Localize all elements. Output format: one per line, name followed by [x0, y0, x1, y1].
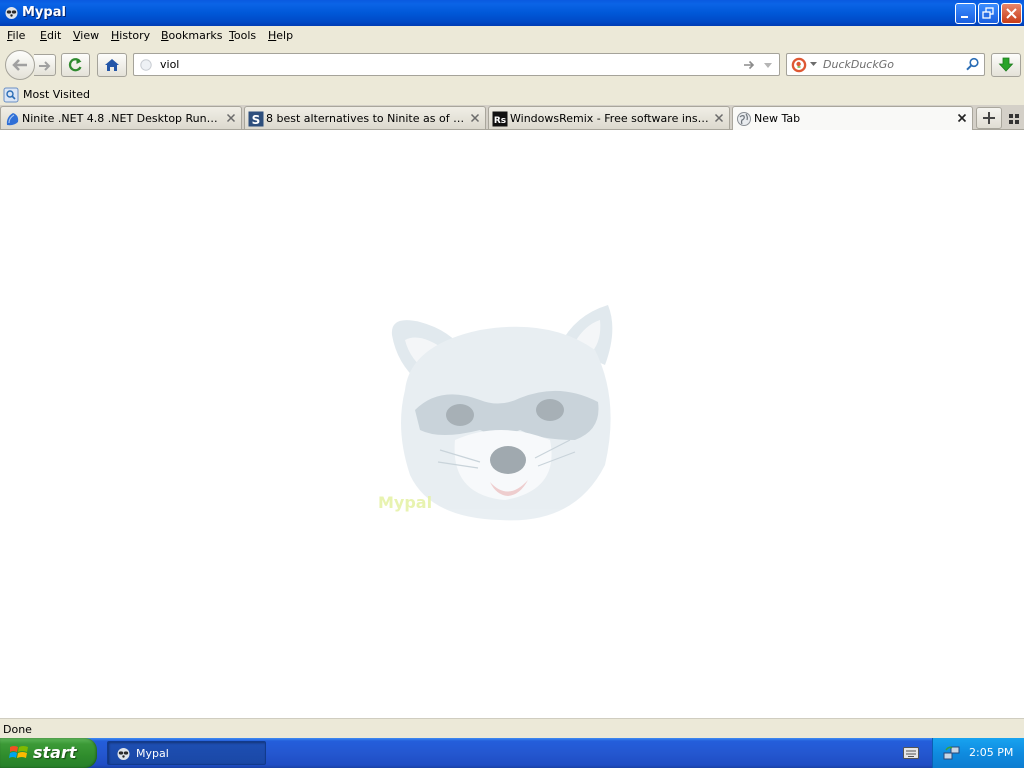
url-bar[interactable] — [133, 53, 780, 76]
new-tab-button[interactable] — [976, 107, 1002, 129]
duckduckgo-icon[interactable] — [791, 57, 807, 73]
minimize-icon — [961, 16, 968, 18]
tab-title: 8 best alternatives to Ninite as of 2022… — [266, 112, 465, 125]
status-bar: Done — [0, 718, 1024, 738]
back-button[interactable] — [5, 50, 35, 80]
taskbar: start Mypal 2:05 PM — [0, 738, 1024, 768]
menu-bookmarks[interactable]: Bookmarks — [161, 29, 222, 42]
window-title: Mypal — [22, 5, 66, 20]
search-bar[interactable] — [786, 53, 985, 76]
back-arrow-icon — [12, 59, 27, 71]
menu-file[interactable]: File — [7, 29, 25, 42]
bookmarks-toolbar: Most Visited — [0, 84, 1024, 105]
download-arrow-icon — [998, 57, 1014, 72]
title-bar[interactable]: Mypal — [0, 0, 1024, 26]
restore-icon — [982, 7, 994, 19]
globe-icon — [737, 112, 751, 126]
taskbar-item-mypal[interactable]: Mypal — [107, 741, 266, 765]
system-tray: 2:05 PM — [932, 738, 1024, 768]
tab-windowsremix[interactable]: Rs WindowsRemix - Free software installe… — [488, 106, 730, 129]
menu-help[interactable]: Help — [268, 29, 293, 42]
mypal-raccoon-logo-icon: Mypal — [378, 305, 613, 521]
keyboard-icon[interactable] — [903, 747, 919, 759]
page-identity-icon — [140, 59, 152, 71]
close-icon — [1006, 8, 1017, 19]
url-dropdown-icon[interactable] — [762, 58, 774, 72]
tab-title: Ninite .NET 4.8 .NET Desktop Runtime ... — [22, 112, 221, 125]
menu-view[interactable]: View — [73, 29, 99, 42]
forward-arrow-icon — [39, 61, 51, 71]
close-tab-icon[interactable] — [714, 113, 724, 123]
tab-title: WindowsRemix - Free software installe... — [510, 112, 709, 125]
network-icon[interactable] — [943, 744, 961, 762]
list-all-tabs-icon[interactable] — [1008, 113, 1020, 125]
reload-button[interactable] — [61, 53, 90, 77]
windows-logo-icon — [9, 746, 28, 758]
navigation-toolbar — [0, 46, 1024, 84]
smart-bookmark-folder-icon — [3, 87, 19, 103]
home-button[interactable] — [97, 53, 127, 77]
home-icon — [105, 59, 119, 71]
mypal-app-icon — [5, 7, 18, 19]
menu-tools[interactable]: Tools — [229, 29, 256, 42]
url-input[interactable] — [160, 57, 730, 72]
windowsremix-icon: Rs — [492, 111, 508, 127]
search-input[interactable] — [823, 57, 963, 72]
taskbar-item-label: Mypal — [136, 747, 169, 760]
tab-alternatives[interactable]: S 8 best alternatives to Ninite as of 20… — [244, 106, 486, 129]
clock: 2:05 PM — [969, 746, 1014, 759]
downloads-button[interactable] — [991, 53, 1021, 77]
menu-bar: File Edit View History Bookmarks Tools H… — [0, 26, 1024, 46]
close-window-button[interactable] — [1001, 3, 1022, 24]
minimize-button[interactable] — [955, 3, 976, 24]
ninite-icon — [6, 113, 19, 126]
forward-button[interactable] — [34, 54, 56, 76]
reload-icon — [68, 58, 82, 72]
svg-text:S: S — [252, 113, 261, 127]
browser-window: Mypal File Edit View History Bookmarks T… — [0, 0, 1024, 738]
tab-strip: Ninite .NET 4.8 .NET Desktop Runtime ...… — [0, 105, 1024, 130]
slant-icon: S — [248, 111, 264, 127]
bookmark-label: Most Visited — [23, 88, 90, 101]
menu-edit[interactable]: Edit — [40, 29, 61, 42]
go-arrow-icon[interactable] — [742, 58, 756, 72]
tab-title: New Tab — [754, 112, 801, 125]
search-engine-dropdown-icon[interactable] — [810, 62, 817, 67]
plus-icon — [983, 112, 995, 124]
close-tab-icon[interactable] — [957, 113, 967, 123]
start-label: start — [33, 743, 77, 762]
logo-text: Mypal — [378, 493, 432, 512]
tab-new-tab[interactable]: New Tab — [732, 106, 973, 130]
search-icon[interactable] — [965, 57, 980, 72]
status-text: Done — [3, 723, 32, 736]
tab-ninite[interactable]: Ninite .NET 4.8 .NET Desktop Runtime ... — [0, 106, 242, 129]
menu-history[interactable]: History — [111, 29, 150, 42]
mypal-app-icon — [117, 748, 130, 760]
start-button[interactable]: start — [0, 738, 97, 768]
page-content: Mypal — [0, 130, 1024, 718]
close-tab-icon[interactable] — [226, 113, 236, 123]
svg-text:Rs: Rs — [494, 116, 506, 126]
close-tab-icon[interactable] — [470, 113, 480, 123]
restore-button[interactable] — [978, 3, 999, 24]
